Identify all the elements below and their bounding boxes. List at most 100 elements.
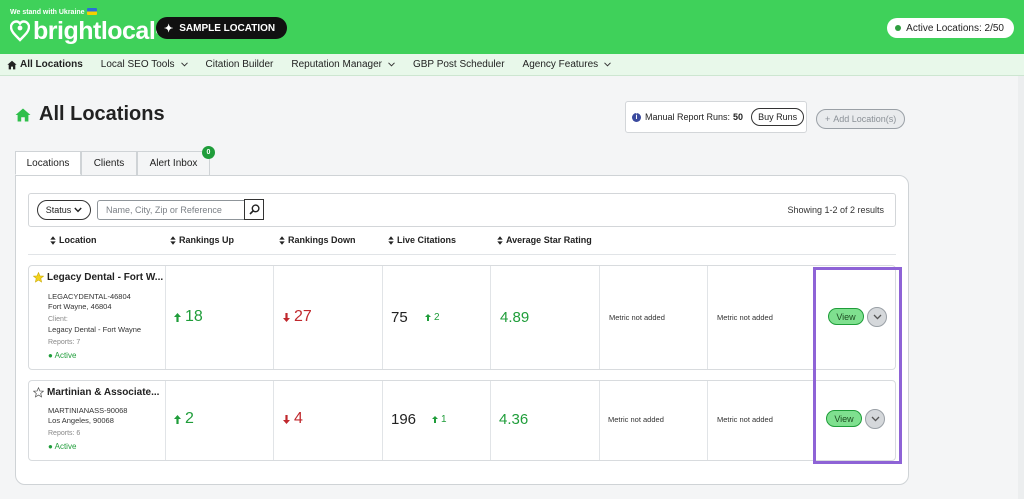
status-label: Active bbox=[54, 351, 77, 360]
manual-report-runs-box: i Manual Report Runs: 50 Buy Runs bbox=[625, 101, 807, 133]
results-count: Showing 1-2 of 2 results bbox=[787, 205, 884, 215]
location-reference: LEGACYDENTAL-46804 bbox=[48, 292, 131, 301]
status-active: ● Active bbox=[48, 351, 77, 360]
chevron-down-icon bbox=[604, 62, 611, 67]
nav-citation-builder[interactable]: Citation Builder bbox=[197, 54, 283, 76]
sort-icon bbox=[497, 235, 503, 245]
search-icon bbox=[248, 204, 260, 215]
manual-runs-label: Manual Report Runs: bbox=[645, 112, 731, 122]
cell-divider bbox=[490, 381, 491, 460]
cell-divider bbox=[490, 266, 491, 369]
active-locations-pill: Active Locations: 2/50 bbox=[887, 18, 1014, 38]
metric-not-added: Metric not added bbox=[609, 313, 665, 322]
column-label: Average Star Rating bbox=[506, 235, 592, 245]
page-scrollbar[interactable] bbox=[1018, 76, 1024, 499]
chevron-down-icon bbox=[74, 207, 82, 213]
sort-icon bbox=[170, 235, 176, 245]
ukraine-flag-icon bbox=[86, 8, 97, 15]
rankings-up-value: 18 bbox=[174, 308, 203, 326]
location-city-zip: Los Angeles, 90068 bbox=[48, 416, 114, 425]
sort-icon bbox=[388, 235, 394, 245]
manual-runs-value: 50 bbox=[733, 112, 744, 122]
ukraine-banner: We stand with Ukraine bbox=[10, 8, 97, 16]
cell-divider bbox=[273, 266, 274, 369]
cell-divider bbox=[382, 266, 383, 369]
metric-not-added: Metric not added bbox=[717, 415, 773, 424]
active-locations-text: Active Locations: 2/50 bbox=[906, 22, 1004, 34]
star-outline-icon[interactable] bbox=[33, 387, 44, 398]
live-citations-value: 75 bbox=[391, 309, 408, 326]
more-options-button[interactable] bbox=[867, 307, 887, 327]
cell-divider bbox=[273, 381, 274, 460]
sparkle-icon: ✦ bbox=[164, 22, 174, 35]
arrow-up-icon bbox=[432, 416, 438, 423]
metric-not-added: Metric not added bbox=[608, 415, 664, 424]
tab-alert-inbox[interactable]: Alert Inbox bbox=[137, 151, 210, 175]
rankings-down-value: 27 bbox=[283, 308, 312, 326]
column-location[interactable]: Location bbox=[50, 235, 97, 245]
more-options-button[interactable] bbox=[865, 409, 885, 429]
chevron-down-icon bbox=[388, 62, 395, 67]
buy-runs-button[interactable]: Buy Runs bbox=[751, 108, 805, 126]
nav-label: All Locations bbox=[20, 59, 83, 70]
sample-location-label: SAMPLE LOCATION bbox=[179, 22, 276, 34]
header-divider bbox=[28, 254, 896, 255]
nav-reputation-manager[interactable]: Reputation Manager bbox=[282, 54, 404, 76]
nav-label: Reputation Manager bbox=[291, 59, 382, 70]
sort-icon bbox=[50, 235, 56, 245]
cell-divider bbox=[599, 266, 600, 369]
arrow-down-icon bbox=[283, 312, 290, 322]
view-button[interactable]: View bbox=[828, 308, 864, 325]
reports-count: Reports: 7 bbox=[48, 339, 81, 346]
rankings-down-value: 4 bbox=[283, 410, 303, 428]
sample-location-button[interactable]: ✦ SAMPLE LOCATION bbox=[156, 17, 288, 39]
location-name[interactable]: Martinian & Associate... bbox=[47, 387, 159, 398]
nav-local-seo-tools[interactable]: Local SEO Tools bbox=[92, 54, 197, 76]
status-dot-icon bbox=[895, 25, 902, 31]
column-rankings-down[interactable]: Rankings Down bbox=[279, 235, 356, 245]
home-icon bbox=[15, 108, 31, 121]
citations-change: 1 bbox=[432, 414, 447, 425]
home-icon bbox=[7, 60, 17, 69]
nav-all-locations[interactable]: All Locations bbox=[0, 54, 92, 76]
location-name[interactable]: Legacy Dental - Fort W... bbox=[47, 272, 163, 283]
status-label: Active bbox=[54, 442, 77, 451]
citations-change-number: 2 bbox=[434, 312, 440, 323]
status-filter-dropdown[interactable]: Status bbox=[37, 200, 91, 220]
brightlocal-logo[interactable]: brightlocal bbox=[10, 16, 162, 46]
arrow-up-icon bbox=[174, 414, 181, 424]
chevron-down-icon bbox=[871, 416, 879, 422]
client-label: Client: bbox=[48, 316, 68, 323]
rankings-up-number: 18 bbox=[185, 308, 203, 325]
heart-pin-logo-icon bbox=[10, 20, 30, 42]
search-button[interactable] bbox=[244, 199, 264, 220]
view-button[interactable]: View bbox=[826, 410, 862, 427]
cell-divider bbox=[707, 266, 708, 369]
column-label: Location bbox=[59, 235, 97, 245]
client-name: Legacy Dental - Fort Wayne bbox=[48, 325, 142, 334]
location-reference: MARTINIANASS-90068 bbox=[48, 406, 128, 415]
column-rankings-up[interactable]: Rankings Up bbox=[170, 235, 234, 245]
star-filled-icon[interactable] bbox=[33, 272, 44, 283]
live-citations-value: 196 bbox=[391, 411, 417, 428]
cell-divider bbox=[707, 381, 708, 460]
nav-agency-features[interactable]: Agency Features bbox=[514, 54, 621, 76]
rankings-down-number: 27 bbox=[294, 308, 312, 325]
main-nav: All Locations Local SEO Tools Citation B… bbox=[0, 54, 1024, 76]
column-label: Rankings Down bbox=[288, 235, 356, 245]
cell-divider bbox=[165, 381, 166, 460]
column-average-star-rating[interactable]: Average Star Rating bbox=[497, 235, 592, 245]
location-search-input[interactable] bbox=[97, 200, 245, 220]
nav-label: Agency Features bbox=[522, 59, 599, 70]
add-locations-button[interactable]: + Add Location(s) bbox=[816, 109, 906, 129]
nav-label: Local SEO Tools bbox=[100, 59, 175, 70]
column-live-citations[interactable]: Live Citations bbox=[388, 235, 456, 245]
tab-locations[interactable]: Locations bbox=[15, 151, 81, 175]
ukraine-text: We stand with Ukraine bbox=[10, 9, 85, 16]
arrow-down-icon bbox=[283, 414, 290, 424]
tab-clients[interactable]: Clients bbox=[81, 151, 137, 175]
alert-count-badge: 0 bbox=[202, 146, 215, 159]
chevron-down-icon bbox=[180, 62, 188, 67]
nav-gbp-post-scheduler[interactable]: GBP Post Scheduler bbox=[404, 54, 514, 76]
info-icon: i bbox=[632, 112, 641, 122]
